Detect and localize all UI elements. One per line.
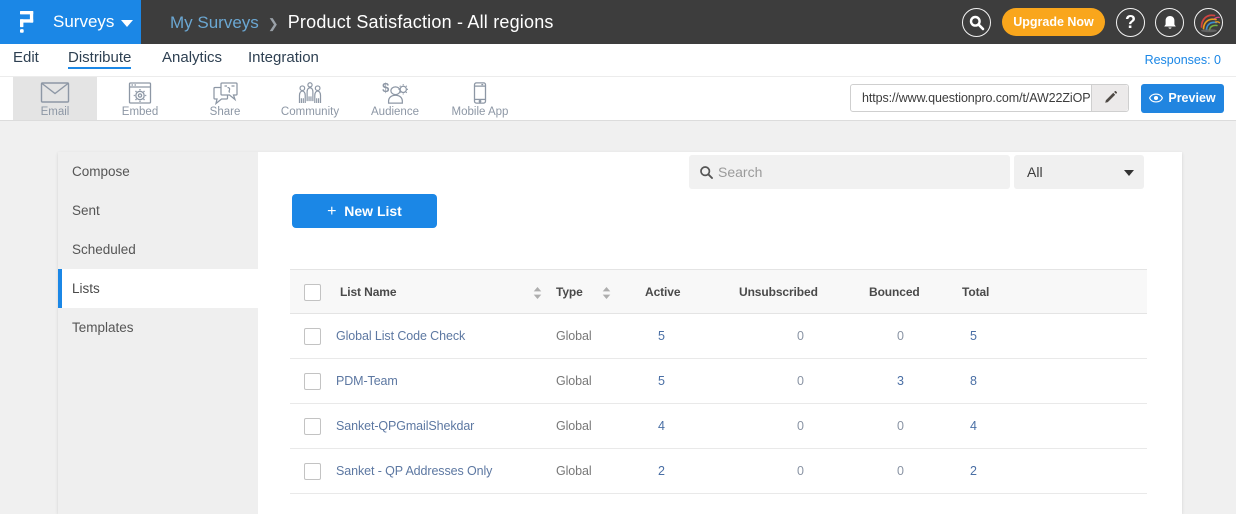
- svg-text:$: $: [382, 82, 389, 95]
